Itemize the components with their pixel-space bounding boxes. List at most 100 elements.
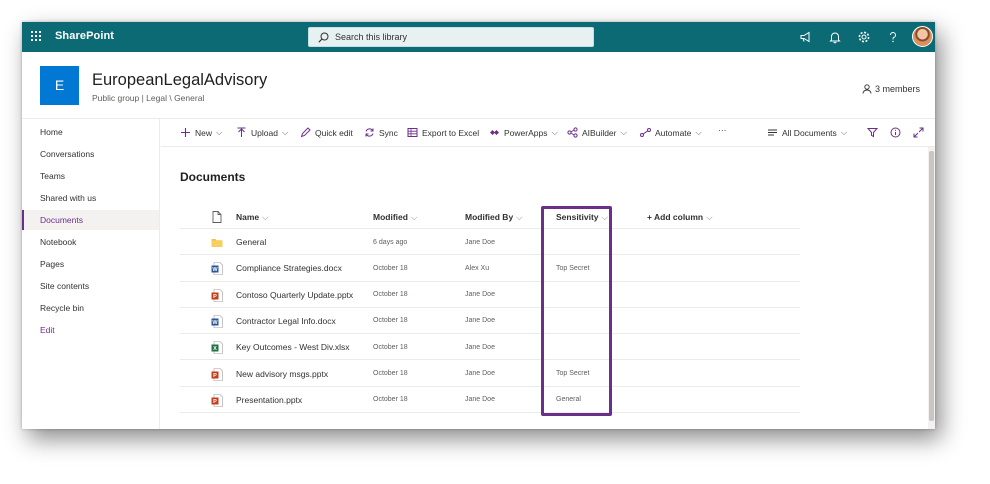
row-modified-by[interactable]: Jane Doe	[465, 317, 495, 324]
table-row[interactable]: P Contoso Quarterly Update.pptx October …	[180, 282, 800, 308]
search-input[interactable]	[335, 30, 585, 44]
sensitivity-column-highlight	[541, 206, 612, 416]
powerpoint-file-icon: P	[211, 367, 223, 381]
automate-button[interactable]: Automate ⌵	[640, 127, 702, 138]
column-name[interactable]: Name ⌵	[236, 212, 269, 223]
upload-label: Upload	[251, 127, 278, 138]
filter-icon[interactable]	[867, 127, 878, 138]
quick-edit-button[interactable]: Quick edit	[300, 127, 353, 138]
column-name-label: Name	[236, 212, 260, 222]
chevron-down-icon: ⌵	[706, 212, 713, 222]
sync-button[interactable]: Sync	[364, 127, 398, 138]
folder-icon	[211, 239, 223, 247]
chevron-down-icon: ⌵	[620, 127, 627, 137]
add-column-button[interactable]: + Add column ⌵	[647, 212, 713, 223]
table-row[interactable]: P Presentation.pptx October 18 Jane Doe …	[180, 387, 800, 414]
expand-icon[interactable]	[913, 127, 924, 138]
members-button[interactable]: 3 members	[862, 84, 920, 94]
row-name[interactable]: Key Outcomes - West Div.xlsx	[236, 342, 350, 352]
word-file-icon: W	[211, 315, 223, 328]
site-title[interactable]: EuropeanLegalAdvisory	[92, 71, 267, 90]
column-modified-by-label: Modified By	[465, 212, 514, 222]
table-row[interactable]: W Contractor Legal Info.docx October 18 …	[180, 308, 800, 335]
nav-item-shared-with-us[interactable]: Shared with us	[22, 188, 159, 208]
excel-file-icon: X	[211, 341, 223, 354]
row-modified: October 18	[373, 343, 408, 351]
help-icon[interactable]	[886, 30, 900, 44]
row-name[interactable]: Contoso Quarterly Update.pptx	[236, 290, 353, 300]
row-name[interactable]: General	[236, 237, 266, 247]
members-count: 3 members	[875, 84, 921, 94]
column-modified[interactable]: Modified ⌵	[373, 212, 417, 223]
row-modified-by[interactable]: Jane Doe	[465, 396, 495, 403]
search-icon	[318, 32, 329, 43]
nav-item-conversations[interactable]: Conversations	[22, 144, 159, 164]
row-modified-by[interactable]: Jane Doe	[465, 291, 495, 298]
row-modified-by[interactable]: Alex Xu	[465, 265, 489, 272]
scroll-thumb[interactable]	[929, 151, 934, 421]
nav-edit-link[interactable]: Edit	[22, 320, 159, 340]
plus-icon	[181, 128, 190, 137]
nav-item-home[interactable]: Home	[22, 122, 159, 142]
nav-item-notebook[interactable]: Notebook	[22, 232, 159, 252]
person-icon	[862, 84, 872, 94]
column-modified-label: Modified	[373, 212, 408, 222]
svg-text:W: W	[212, 320, 218, 326]
site-logo[interactable]: E	[40, 66, 79, 105]
bell-icon[interactable]	[828, 30, 842, 44]
export-excel-button[interactable]: Export to Excel	[407, 127, 479, 138]
upload-button[interactable]: Upload ⌵	[236, 127, 288, 138]
chevron-down-icon: ⌵	[216, 127, 223, 137]
info-icon[interactable]	[890, 127, 901, 138]
row-name[interactable]: New advisory msgs.pptx	[236, 369, 328, 379]
nav-item-teams[interactable]: Teams	[22, 166, 159, 186]
row-name[interactable]: Presentation.pptx	[236, 395, 302, 405]
table-row[interactable]: W Compliance Strategies.docx October 18 …	[180, 255, 800, 282]
excel-icon	[407, 128, 418, 137]
chevron-down-icon: ⌵	[516, 212, 523, 222]
list-header: Name ⌵ Modified ⌵ Modified By ⌵ Sensitivity…	[180, 205, 800, 229]
nav-item-pages[interactable]: Pages	[22, 254, 159, 274]
aibuilder-icon	[567, 127, 578, 138]
chevron-down-icon: ⌵	[410, 212, 418, 222]
row-modified-by[interactable]: Jane Doe	[465, 344, 495, 351]
nav-item-site-contents[interactable]: Site contents	[22, 276, 159, 296]
new-button[interactable]: New ⌵	[180, 127, 222, 138]
nav-item-documents[interactable]: Documents	[22, 210, 159, 230]
table-row[interactable]: P New advisory msgs.pptx October 18 Jane…	[180, 361, 800, 387]
pencil-icon	[300, 127, 311, 138]
app-name[interactable]: SharePoint	[55, 30, 114, 42]
quick-edit-label: Quick edit	[315, 127, 353, 138]
powerapps-label: PowerApps	[504, 127, 548, 138]
table-row[interactable]: General 6 days ago Jane Doe	[180, 229, 800, 256]
automate-label: Automate	[655, 127, 692, 138]
library-title: Documents	[180, 170, 246, 184]
column-modified-by[interactable]: Modified By ⌵	[465, 212, 523, 223]
sync-label: Sync	[379, 127, 398, 138]
table-row[interactable]: X Key Outcomes - West Div.xlsx October 1…	[180, 334, 800, 361]
powerapps-button[interactable]: PowerApps ⌵	[489, 127, 558, 138]
aibuilder-button[interactable]: AIBuilder ⌵	[567, 127, 627, 138]
waffle-icon[interactable]	[31, 31, 42, 42]
svg-text:X: X	[213, 346, 217, 352]
chevron-down-icon: ⌵	[840, 127, 848, 137]
chevron-down-icon: ⌵	[551, 127, 558, 137]
chevron-down-icon: ⌵	[695, 127, 702, 137]
row-name[interactable]: Compliance Strategies.docx	[236, 263, 342, 273]
row-name[interactable]: Contractor Legal Info.docx	[236, 316, 336, 326]
more-button[interactable]: ···	[718, 125, 727, 135]
megaphone-icon[interactable]	[799, 30, 813, 44]
row-modified-by[interactable]: Jane Doe	[465, 370, 495, 377]
avatar[interactable]	[912, 26, 933, 47]
upload-icon	[237, 127, 246, 137]
view-selector[interactable]: All Documents ⌵	[767, 127, 847, 138]
file-type-icon[interactable]	[212, 211, 222, 223]
nav-item-recycle-bin[interactable]: Recycle bin	[22, 298, 159, 318]
gear-icon[interactable]	[857, 30, 871, 44]
row-modified: October 18	[373, 317, 408, 325]
vertical-scrollbar[interactable]	[928, 147, 935, 429]
row-modified: 6 days ago	[373, 238, 408, 246]
row-modified-by[interactable]: Jane Doe	[465, 239, 495, 246]
search-box[interactable]	[308, 27, 594, 47]
add-column-label: + Add column	[647, 212, 704, 222]
